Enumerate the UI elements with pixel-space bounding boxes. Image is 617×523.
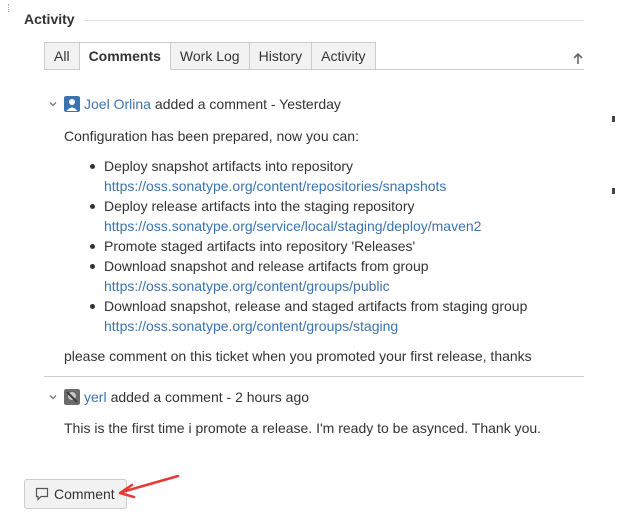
list-item: Deploy release artifacts into the stagin… xyxy=(64,196,532,236)
comment-outro: please comment on this ticket when you p… xyxy=(64,348,532,364)
item-text: Deploy release artifacts into the stagin… xyxy=(104,198,415,214)
comment-text: This is the first time i promote a relea… xyxy=(64,420,542,436)
tab-work-log[interactable]: Work Log xyxy=(170,42,250,70)
comment-action: added a comment - Yesterday xyxy=(154,96,341,112)
repository-link[interactable]: https://oss.sonatype.org/content/reposit… xyxy=(104,178,446,194)
item-text: Deploy snapshot artifacts into repositor… xyxy=(104,158,354,174)
instruction-list: Deploy snapshot artifacts into repositor… xyxy=(64,156,532,336)
title-divider xyxy=(84,20,584,21)
arrow-up-icon[interactable] xyxy=(571,52,585,66)
tab-activity[interactable]: Activity xyxy=(312,42,376,70)
comment-divider xyxy=(44,376,584,377)
comment-body: Configuration has been prepared, now you… xyxy=(64,126,532,366)
speech-bubble-icon xyxy=(35,487,49,501)
repository-link[interactable]: https://oss.sonatype.org/content/groups/… xyxy=(104,318,398,334)
repository-link[interactable]: https://oss.sonatype.org/content/groups/… xyxy=(104,278,390,294)
item-text: Download snapshot and release artifacts … xyxy=(104,258,429,274)
chevron-down-icon[interactable] xyxy=(48,392,58,402)
comment-author-link[interactable]: yerl xyxy=(84,389,107,405)
comment-header: Joel Orlina added a comment - Yesterday xyxy=(48,96,341,112)
comment-author-link[interactable]: Joel Orlina xyxy=(84,96,151,112)
list-item: Download snapshot, release and staged ar… xyxy=(64,296,532,336)
section-title: Activity xyxy=(24,11,75,27)
user-photo-avatar[interactable] xyxy=(64,389,80,405)
tab-comments[interactable]: Comments xyxy=(79,42,171,70)
list-item: Deploy snapshot artifacts into repositor… xyxy=(64,156,532,196)
comment-action: added a comment - 2 hours ago xyxy=(110,389,310,405)
list-item: Promote staged artifacts into repository… xyxy=(64,236,532,256)
list-item: Download snapshot and release artifacts … xyxy=(64,256,532,296)
activity-tabs: All Comments Work Log History Activity xyxy=(44,42,376,70)
item-text: Promote staged artifacts into repository… xyxy=(104,238,416,254)
clipped-edge-mark xyxy=(612,188,615,194)
tab-all[interactable]: All xyxy=(44,42,80,70)
annotation-arrow-icon xyxy=(118,474,180,499)
drag-handle[interactable] xyxy=(8,4,11,12)
chevron-down-icon[interactable] xyxy=(48,99,58,109)
item-text: Download snapshot, release and staged ar… xyxy=(104,298,528,314)
comment-body: This is the first time i promote a relea… xyxy=(64,418,541,438)
repository-link[interactable]: https://oss.sonatype.org/service/local/s… xyxy=(104,218,481,234)
tab-history[interactable]: History xyxy=(249,42,313,70)
comment-intro: Configuration has been prepared, now you… xyxy=(64,128,359,144)
clipped-edge-mark xyxy=(612,116,615,122)
comment-header: yerl added a comment - 2 hours ago xyxy=(48,389,309,405)
user-avatar-icon[interactable] xyxy=(64,96,80,112)
comment-button-label: Comment xyxy=(54,486,115,502)
